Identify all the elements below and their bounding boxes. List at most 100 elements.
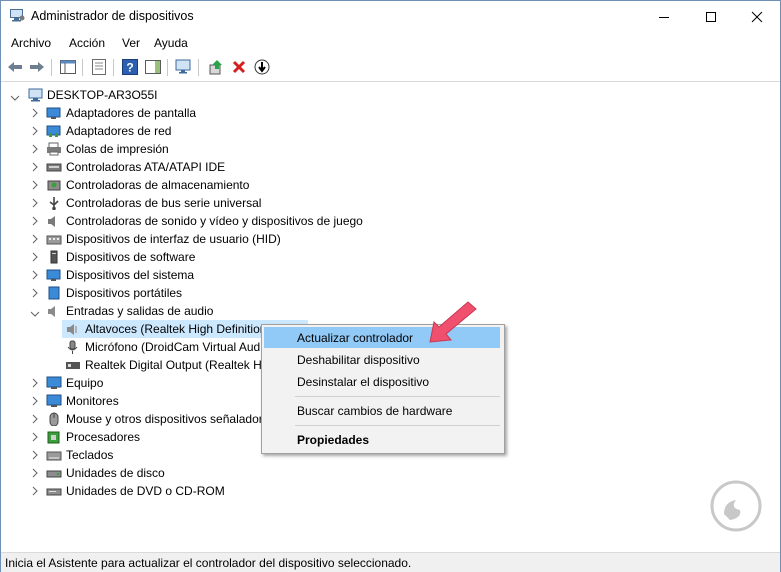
menu-separator xyxy=(295,396,500,397)
tree-category[interactable]: Dispositivos del sistema xyxy=(1,266,780,284)
menu-accion[interactable]: Acción xyxy=(69,36,105,50)
chevron-right-icon[interactable] xyxy=(31,377,39,389)
computer-root-icon xyxy=(28,88,44,102)
tree-item-label: Controladoras de almacenamiento xyxy=(66,178,250,192)
update-driver-button[interactable] xyxy=(207,58,225,76)
menu-ver[interactable]: Ver xyxy=(122,36,140,50)
console-tree-icon xyxy=(60,60,76,74)
tree-category[interactable]: Adaptadores de pantalla xyxy=(1,104,780,122)
uninstall-device-menu-item[interactable]: Desinstalar el dispositivo xyxy=(264,371,500,392)
tree-item-label: Altavoces (Realtek High Definition xyxy=(85,322,267,336)
display-adapter-icon xyxy=(46,106,62,120)
network-adapter-icon xyxy=(46,124,62,138)
tree-category[interactable]: Dispositivos portátiles xyxy=(1,284,780,302)
tree-item-label: Procesadores xyxy=(66,430,141,444)
down-arrow-circle-icon xyxy=(254,59,270,75)
close-icon xyxy=(751,11,763,22)
speaker-icon xyxy=(65,322,81,336)
tree-item-label: Teclados xyxy=(66,448,114,462)
system-device-icon xyxy=(46,268,62,282)
minimize-button[interactable] xyxy=(641,1,687,32)
uninstall-device-label: Desinstalar el dispositivo xyxy=(297,375,430,389)
disable-device-menu-item[interactable]: Deshabilitar dispositivo xyxy=(264,349,500,370)
chevron-down-icon[interactable] xyxy=(9,91,21,103)
portable-device-icon xyxy=(46,286,62,300)
chevron-right-icon[interactable] xyxy=(31,197,39,209)
uninstall-device-button[interactable] xyxy=(230,58,248,76)
properties-menu-item[interactable]: Propiedades xyxy=(264,429,500,450)
chevron-right-icon[interactable] xyxy=(31,179,39,191)
tree-category[interactable]: Adaptadores de red xyxy=(1,122,780,140)
tree-item-label: Monitores xyxy=(66,394,119,408)
tree-item-label: Micrófono (DroidCam Virtual Aud xyxy=(85,340,261,354)
chevron-down-icon[interactable] xyxy=(29,307,41,319)
tree-category[interactable]: Controladoras de almacenamiento xyxy=(1,176,780,194)
tree-category[interactable]: Entradas y salidas de audio xyxy=(1,302,780,320)
properties-sheet-icon xyxy=(92,59,106,75)
tree-item-label: Dispositivos de software xyxy=(66,250,196,264)
storage-controller-icon xyxy=(46,178,62,192)
chevron-right-icon[interactable] xyxy=(31,467,39,479)
chevron-right-icon[interactable] xyxy=(31,449,39,461)
tree-item-label: Mouse y otros dispositivos señaladores xyxy=(66,412,276,426)
tree-item-label: DESKTOP-AR3O55I xyxy=(47,88,158,102)
forward-button[interactable] xyxy=(28,58,46,76)
tree-category[interactable]: Colas de impresión xyxy=(1,140,780,158)
device-manager-window: Administrador de dispositivos Archivo Ac… xyxy=(0,0,781,572)
scan-hardware-label: Buscar cambios de hardware xyxy=(297,404,453,418)
dvd-drive-icon xyxy=(46,484,62,498)
chevron-right-icon[interactable] xyxy=(31,143,39,155)
tree-item-label: Unidades de disco xyxy=(66,466,165,480)
chevron-right-icon[interactable] xyxy=(31,107,39,119)
tree-root-computer[interactable]: DESKTOP-AR3O55I xyxy=(1,86,780,104)
chevron-right-icon[interactable] xyxy=(31,485,39,497)
chevron-right-icon[interactable] xyxy=(31,287,39,299)
scan-hardware-menu-item[interactable]: Buscar cambios de hardware xyxy=(264,400,500,421)
chevron-right-icon[interactable] xyxy=(31,125,39,137)
window-title: Administrador de dispositivos xyxy=(31,9,194,23)
toolbar-separator xyxy=(51,59,52,76)
menu-ayuda[interactable]: Ayuda xyxy=(154,36,188,50)
back-button[interactable] xyxy=(6,58,24,76)
chevron-right-icon[interactable] xyxy=(31,251,39,263)
keyboard-icon xyxy=(46,448,62,462)
hid-icon xyxy=(46,232,62,246)
tree-category[interactable]: Controladoras de bus serie universal xyxy=(1,194,780,212)
tree-item-label: Unidades de DVD o CD-ROM xyxy=(66,484,225,498)
tree-category[interactable]: Unidades de DVD o CD-ROM xyxy=(1,482,780,500)
tree-category[interactable]: Dispositivos de software xyxy=(1,248,780,266)
tree-item-label: Equipo xyxy=(66,376,104,390)
tree-category[interactable]: Controladoras de sonido y vídeo y dispos… xyxy=(1,212,780,230)
properties-toolbar-button[interactable] xyxy=(90,58,108,76)
digital-output-icon xyxy=(65,358,81,372)
tree-item-label: Dispositivos de interfaz de usuario (HID… xyxy=(66,232,281,246)
tree-item-label: Entradas y salidas de audio xyxy=(66,304,214,318)
show-hide-tree-button[interactable] xyxy=(59,58,77,76)
chevron-right-icon[interactable] xyxy=(31,215,39,227)
menu-archivo[interactable]: Archivo xyxy=(11,36,51,50)
minimize-icon xyxy=(659,16,669,18)
scan-hardware-button[interactable] xyxy=(175,58,193,76)
device-tree[interactable]: DESKTOP-AR3O55I Adaptadores de pantalla Ad… xyxy=(1,82,780,550)
action-view-button[interactable] xyxy=(144,58,162,76)
chevron-right-icon[interactable] xyxy=(31,269,39,281)
tree-category[interactable]: Controladoras ATA/ATAPI IDE xyxy=(1,158,780,176)
toolbar-separator xyxy=(167,59,168,76)
chevron-right-icon[interactable] xyxy=(31,233,39,245)
computer-icon xyxy=(46,376,62,390)
tree-category[interactable]: Unidades de disco xyxy=(1,464,780,482)
chevron-right-icon[interactable] xyxy=(31,413,39,425)
chevron-right-icon[interactable] xyxy=(31,395,39,407)
usb-controller-icon xyxy=(46,196,62,211)
menu-separator xyxy=(295,425,500,426)
toolbar: ? xyxy=(1,54,780,82)
tree-category[interactable]: Dispositivos de interfaz de usuario (HID… xyxy=(1,230,780,248)
close-button[interactable] xyxy=(734,1,780,32)
help-button[interactable]: ? xyxy=(121,58,139,76)
update-driver-icon xyxy=(209,60,222,75)
maximize-button[interactable] xyxy=(688,1,734,32)
chevron-right-icon[interactable] xyxy=(31,431,39,443)
tree-item-label: Colas de impresión xyxy=(66,142,169,156)
disable-device-button[interactable] xyxy=(253,58,271,76)
chevron-right-icon[interactable] xyxy=(31,161,39,173)
